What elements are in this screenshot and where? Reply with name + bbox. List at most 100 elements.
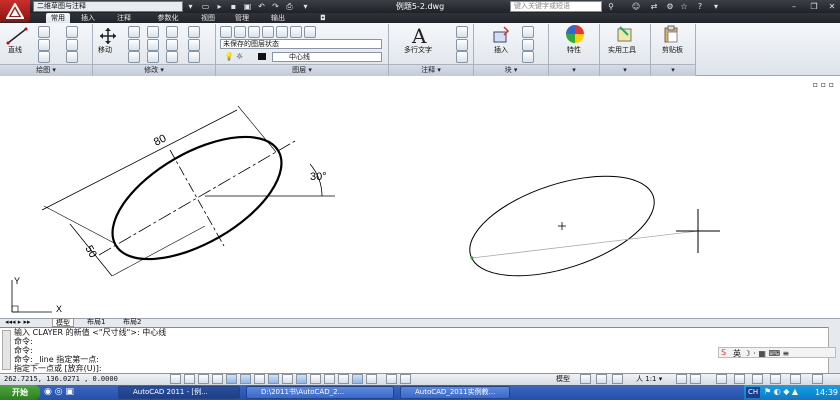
ribbon-minimize-icon[interactable]: ◘ (316, 13, 330, 23)
circle-icon[interactable] (38, 39, 50, 51)
minor-axis-centerline[interactable] (169, 149, 225, 247)
table-icon[interactable] (456, 51, 468, 63)
lineweight-toggle[interactable] (310, 374, 321, 384)
auto-scale-icon[interactable] (690, 374, 701, 384)
taskbar-item-folder[interactable]: D:\2011书\AutoCAD_2... (246, 386, 394, 399)
polar-tracking-toggle[interactable] (226, 374, 237, 384)
dimension-line-80[interactable] (41, 109, 238, 211)
user-icon[interactable]: ☺ (630, 1, 642, 12)
layers-panel-title[interactable]: 图层 ▾ (216, 64, 388, 76)
minimize-icon[interactable]: – (788, 1, 800, 12)
viewport-minimize-icon[interactable]: ▫ (813, 80, 818, 89)
scale-icon[interactable] (147, 51, 159, 63)
otrack-toggle[interactable] (268, 374, 279, 384)
hatch-icon[interactable] (66, 39, 78, 51)
start-button[interactable]: 开始 (0, 385, 40, 400)
lock-ui-icon[interactable] (734, 374, 745, 384)
linear-dimension-icon[interactable] (456, 26, 468, 38)
tab-layout2[interactable]: 布局2 (120, 318, 144, 327)
tab-manage[interactable]: 管理 (230, 13, 254, 23)
layout-nav-icons[interactable]: ◂◂◂ ▸ ▸▸ (2, 318, 34, 327)
taskbar-clock[interactable]: 14:39 (802, 385, 838, 400)
snap-mode-toggle[interactable] (184, 374, 195, 384)
color-wheel-icon[interactable] (566, 25, 584, 43)
object-snap-toggle[interactable] (240, 374, 251, 384)
3d-osnap-toggle[interactable] (254, 374, 265, 384)
ime-toolbar[interactable]: S 英 ☽ · ▦ ⌨ ≡ (718, 347, 836, 358)
fillet-icon[interactable] (166, 39, 178, 51)
annotation-visibility-icon[interactable] (676, 374, 687, 384)
edit-attributes-icon[interactable] (522, 51, 534, 63)
coordinate-readout[interactable]: 262.7215, 136.0271 , 0.0000 (4, 374, 118, 384)
dynamic-ucs-toggle[interactable] (282, 374, 293, 384)
help-icon[interactable]: ? (694, 1, 706, 12)
quick-view-layouts-icon[interactable] (580, 374, 591, 384)
search-input[interactable]: 键入关键字或短语 (510, 1, 602, 12)
leader-icon[interactable] (456, 39, 468, 51)
exchange-icon[interactable]: ⇄ (648, 1, 660, 12)
close-icon[interactable]: ✕ (826, 1, 838, 12)
tray-icons[interactable]: ⚑ ◐ ◆ ▲ (764, 387, 798, 396)
mirror-icon[interactable] (147, 39, 159, 51)
ellipse-dimensioned[interactable] (93, 112, 301, 284)
network-icon[interactable]: ⚙ (664, 1, 676, 12)
application-menu-button[interactable] (0, 0, 30, 22)
arc-icon[interactable] (38, 51, 50, 63)
insert-block-button[interactable] (492, 26, 510, 46)
trim-icon[interactable] (147, 26, 159, 38)
status-bar-menu-icon[interactable] (790, 374, 801, 384)
rotate-icon[interactable] (128, 26, 140, 38)
modify-panel-title[interactable]: 修改 ▾ (93, 64, 215, 76)
clean-screen-icon[interactable] (812, 374, 823, 384)
viewport-restore-icon[interactable]: ▫ (821, 80, 826, 89)
layer-off-icon[interactable] (304, 26, 316, 38)
stretch-icon[interactable] (128, 51, 140, 63)
array-icon[interactable] (166, 51, 178, 63)
transparency-toggle[interactable] (324, 374, 335, 384)
line-tool-button[interactable] (6, 27, 30, 47)
ime-indicator[interactable]: CH (746, 387, 761, 398)
annotation-panel-title[interactable]: 注释 ▾ (389, 64, 473, 76)
model-space-toggle[interactable] (386, 374, 397, 384)
tab-insert[interactable]: 插入 (76, 13, 100, 23)
grid-display-toggle[interactable] (198, 374, 209, 384)
copy-icon[interactable] (128, 39, 140, 51)
block-panel-title[interactable]: 块 ▾ (474, 64, 548, 76)
ellipse-icon[interactable] (66, 51, 78, 63)
utilities-panel-title[interactable]: ▾ (600, 64, 650, 76)
dynamic-input-toggle[interactable] (296, 374, 307, 384)
selection-cycling-toggle[interactable] (352, 374, 363, 384)
move-tool-button[interactable] (98, 27, 118, 47)
drawing-canvas[interactable]: 80 50 30° Y X (0, 76, 840, 318)
binoculars-icon[interactable]: ⚲ (605, 1, 617, 12)
command-window-grip[interactable] (2, 330, 11, 370)
quick-properties-toggle[interactable] (338, 374, 349, 384)
explode-icon[interactable] (188, 26, 200, 38)
erase-icon[interactable] (166, 26, 178, 38)
viewport-close-icon[interactable]: ▫ (829, 80, 834, 89)
quick-view-drawings-icon[interactable] (596, 374, 607, 384)
tab-model[interactable]: 模型 (52, 318, 74, 327)
utilities-button[interactable] (616, 25, 634, 45)
infer-constraints-toggle[interactable] (170, 374, 181, 384)
ortho-mode-toggle[interactable] (212, 374, 223, 384)
favorites-star-icon[interactable]: ☆ (678, 1, 690, 12)
command-prompt-line[interactable]: 指定下一点或 [放弃(U)]: (14, 364, 102, 373)
layer-lock-icon[interactable] (248, 26, 260, 38)
draw-panel-title[interactable]: 绘图 ▾ (0, 64, 92, 76)
help-dropdown-icon[interactable]: ▾ (710, 1, 722, 12)
tab-annotate[interactable]: 注释 (112, 13, 136, 23)
tab-home[interactable]: 常用 (46, 13, 70, 23)
quick-launch-icons[interactable]: ◉ ◎ ▣ (44, 387, 74, 397)
layer-freeze-icon[interactable] (234, 26, 246, 38)
current-layer-combo[interactable]: 中心线 (272, 52, 382, 62)
clipboard-panel-title[interactable]: ▾ (651, 64, 695, 76)
join-icon[interactable] (188, 51, 200, 63)
offset-icon[interactable] (188, 39, 200, 51)
edit-block-icon[interactable] (522, 39, 534, 51)
tab-output[interactable]: 输出 (266, 13, 290, 23)
annotation-scale[interactable]: 人 1:1 ▾ (636, 374, 662, 384)
tab-layout1[interactable]: 布局1 (84, 318, 108, 327)
properties-panel-title[interactable]: ▾ (549, 64, 599, 76)
model-label[interactable]: 模型 (556, 374, 570, 384)
